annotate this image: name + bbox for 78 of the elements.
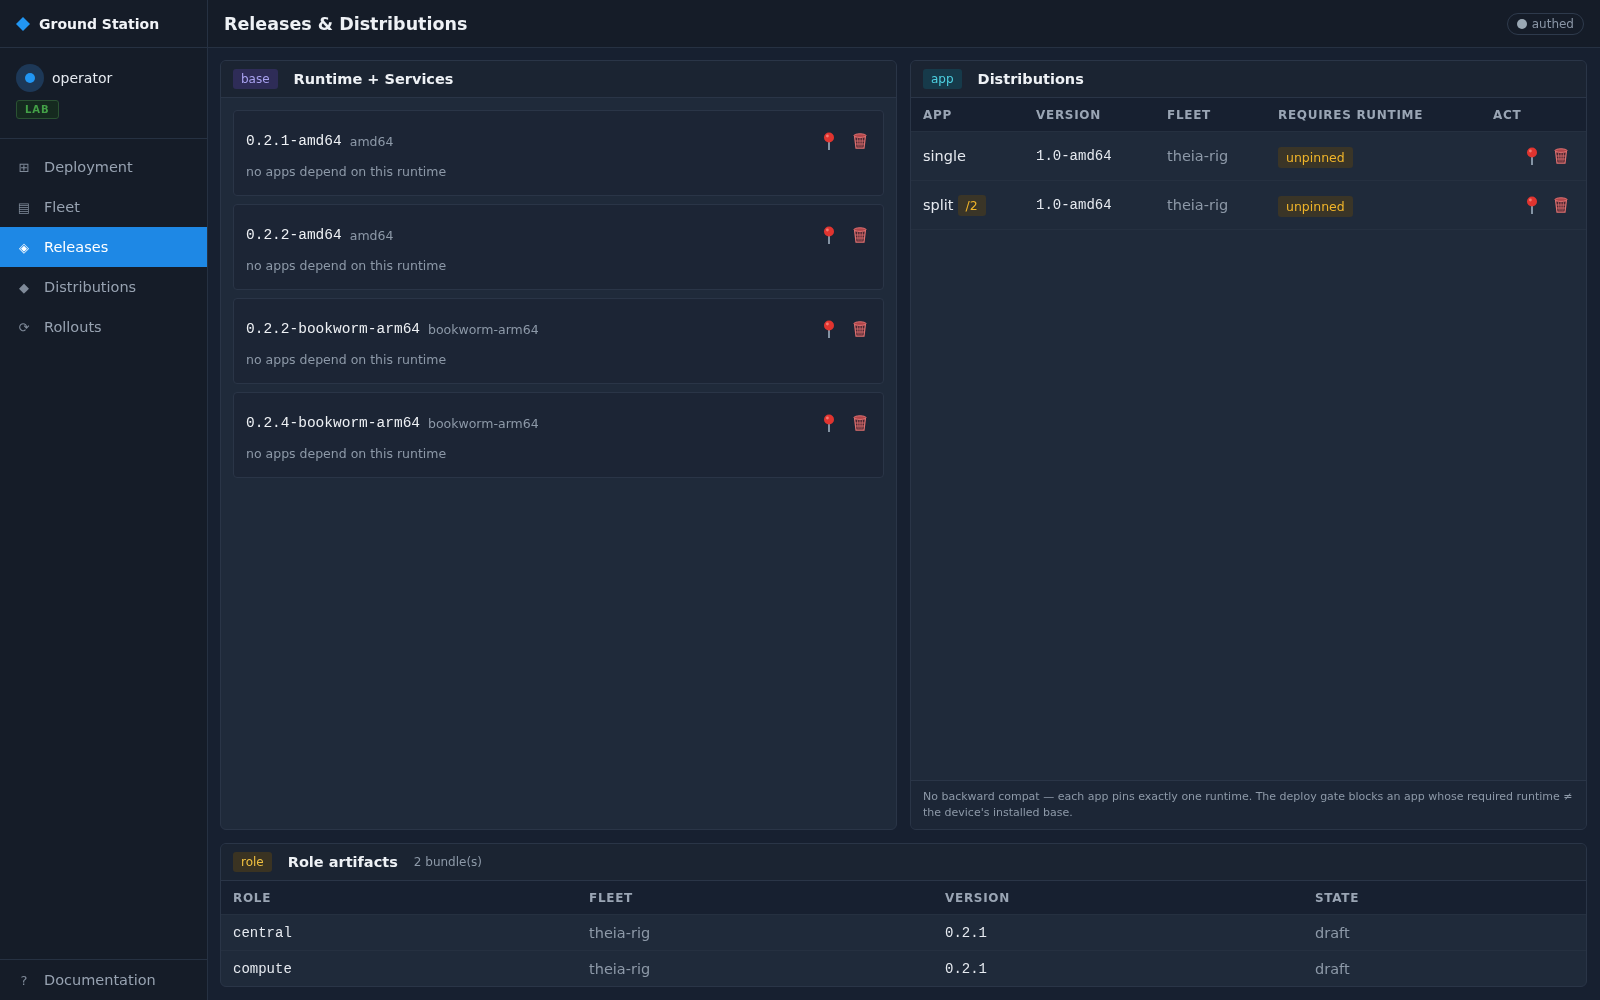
runtime-arch: amd64 (349, 133, 394, 149)
runtime-arch: amd64 (349, 227, 394, 243)
trash-icon (853, 133, 867, 149)
trash-icon (1554, 197, 1568, 213)
panel-title: Distributions (977, 71, 1084, 87)
pin-icon (1526, 196, 1538, 214)
runtime-arch: bookworm-arm64 (428, 321, 539, 337)
column-header: VERSION (1036, 107, 1102, 122)
column-header: FLEET (1167, 107, 1212, 122)
app-name: single (923, 148, 966, 164)
section-tag: role (233, 852, 272, 872)
column-header: APP (923, 107, 953, 122)
nav-item[interactable]: ▤ Fleet (0, 187, 207, 227)
runtime-arch: bookworm-arm64 (428, 415, 539, 431)
part-count-tag: /2 (957, 194, 986, 216)
nav-icon: ⊞ (16, 159, 32, 175)
table-cell-text: 1.0-amd64 (1036, 148, 1113, 164)
documentation-link[interactable]: ? Documentation (0, 960, 207, 1000)
trash-icon (853, 415, 867, 431)
runtime-note: no apps depend on this runtime (246, 163, 448, 181)
pin-icon (1526, 147, 1538, 165)
pin-icon (823, 414, 835, 432)
column-header: FLEET (589, 890, 634, 905)
panel-title: Role artifacts (287, 854, 398, 870)
table-cell-text: theia-rig (589, 960, 652, 977)
nav-item[interactable]: ◈ Releases (0, 227, 207, 267)
runtime-note: no apps depend on this runtime (246, 445, 448, 463)
column-header: STATE (1315, 890, 1361, 905)
table-cell-text: draft (1315, 924, 1351, 941)
nav-item[interactable]: ⟳ Rollouts (0, 307, 207, 347)
column-header: ROLE (233, 890, 273, 905)
environment-tag: LAB (16, 100, 59, 119)
section-tag: base (233, 69, 278, 89)
nav-icon: ⟳ (16, 319, 32, 335)
bundle-count: 2 bundle(s) (413, 855, 483, 869)
runtime-status-tag: unpinned (1278, 195, 1353, 217)
table-cell-text: 1.0-amd64 (1036, 197, 1113, 213)
nav-icon: ◈ (16, 239, 32, 255)
user-name: operator (52, 70, 113, 86)
nav-icon: ▤ (16, 199, 32, 215)
app-name: Ground Station (39, 15, 160, 32)
pin-icon (823, 320, 835, 338)
trash-icon (853, 321, 867, 337)
pin-icon (823, 226, 835, 244)
nav-item[interactable]: ◆ Distributions (0, 267, 207, 307)
table-cell-text: theia-rig (1167, 148, 1230, 164)
pin-icon (823, 132, 835, 150)
avatar-icon (16, 64, 44, 92)
table-cell-text: central (233, 924, 293, 941)
panel-title: Runtime + Services (293, 71, 454, 87)
table-cell-text: 0.2.1 (945, 960, 988, 977)
runtime-version: 0.2.4-bookworm-arm64 (246, 415, 421, 431)
table-cell-text: 0.2.1 (945, 924, 988, 941)
table-cell-text: compute (233, 960, 293, 977)
trash-icon (1554, 148, 1568, 164)
runtime-status-tag: unpinned (1278, 146, 1353, 168)
runtime-version: 0.2.1-amd64 (246, 133, 342, 149)
app-name: split (923, 197, 954, 213)
nav-icon: ◆ (16, 279, 32, 295)
column-header: ACT (1493, 107, 1523, 122)
table-cell-text: draft (1315, 960, 1351, 977)
help-icon: ? (16, 972, 32, 988)
logo-diamond-icon (16, 16, 30, 31)
status-dot-icon (1516, 18, 1527, 29)
runtime-version: 0.2.2-bookworm-arm64 (246, 321, 421, 337)
page-title: Releases & Distributions (224, 13, 468, 34)
column-header: REQUIRES RUNTIME (1278, 107, 1425, 122)
compatibility-note: No backward compat — each app pins exactly one runtime. The deploy gate blocks an app whose required runtime ≠ the device's installed base. (911, 780, 1586, 829)
runtime-note: no apps depend on this runtime (246, 257, 448, 275)
nav-item[interactable]: ⊞ Deployment (0, 147, 207, 187)
runtime-note: no apps depend on this runtime (246, 351, 448, 369)
auth-status-text: authed (1531, 16, 1574, 31)
table-cell-text: theia-rig (1167, 197, 1230, 213)
runtime-version: 0.2.2-amd64 (246, 227, 342, 243)
table-cell-text: theia-rig (589, 924, 652, 941)
trash-icon (853, 227, 867, 243)
column-header: VERSION (945, 890, 1011, 905)
section-tag: app (923, 69, 962, 89)
